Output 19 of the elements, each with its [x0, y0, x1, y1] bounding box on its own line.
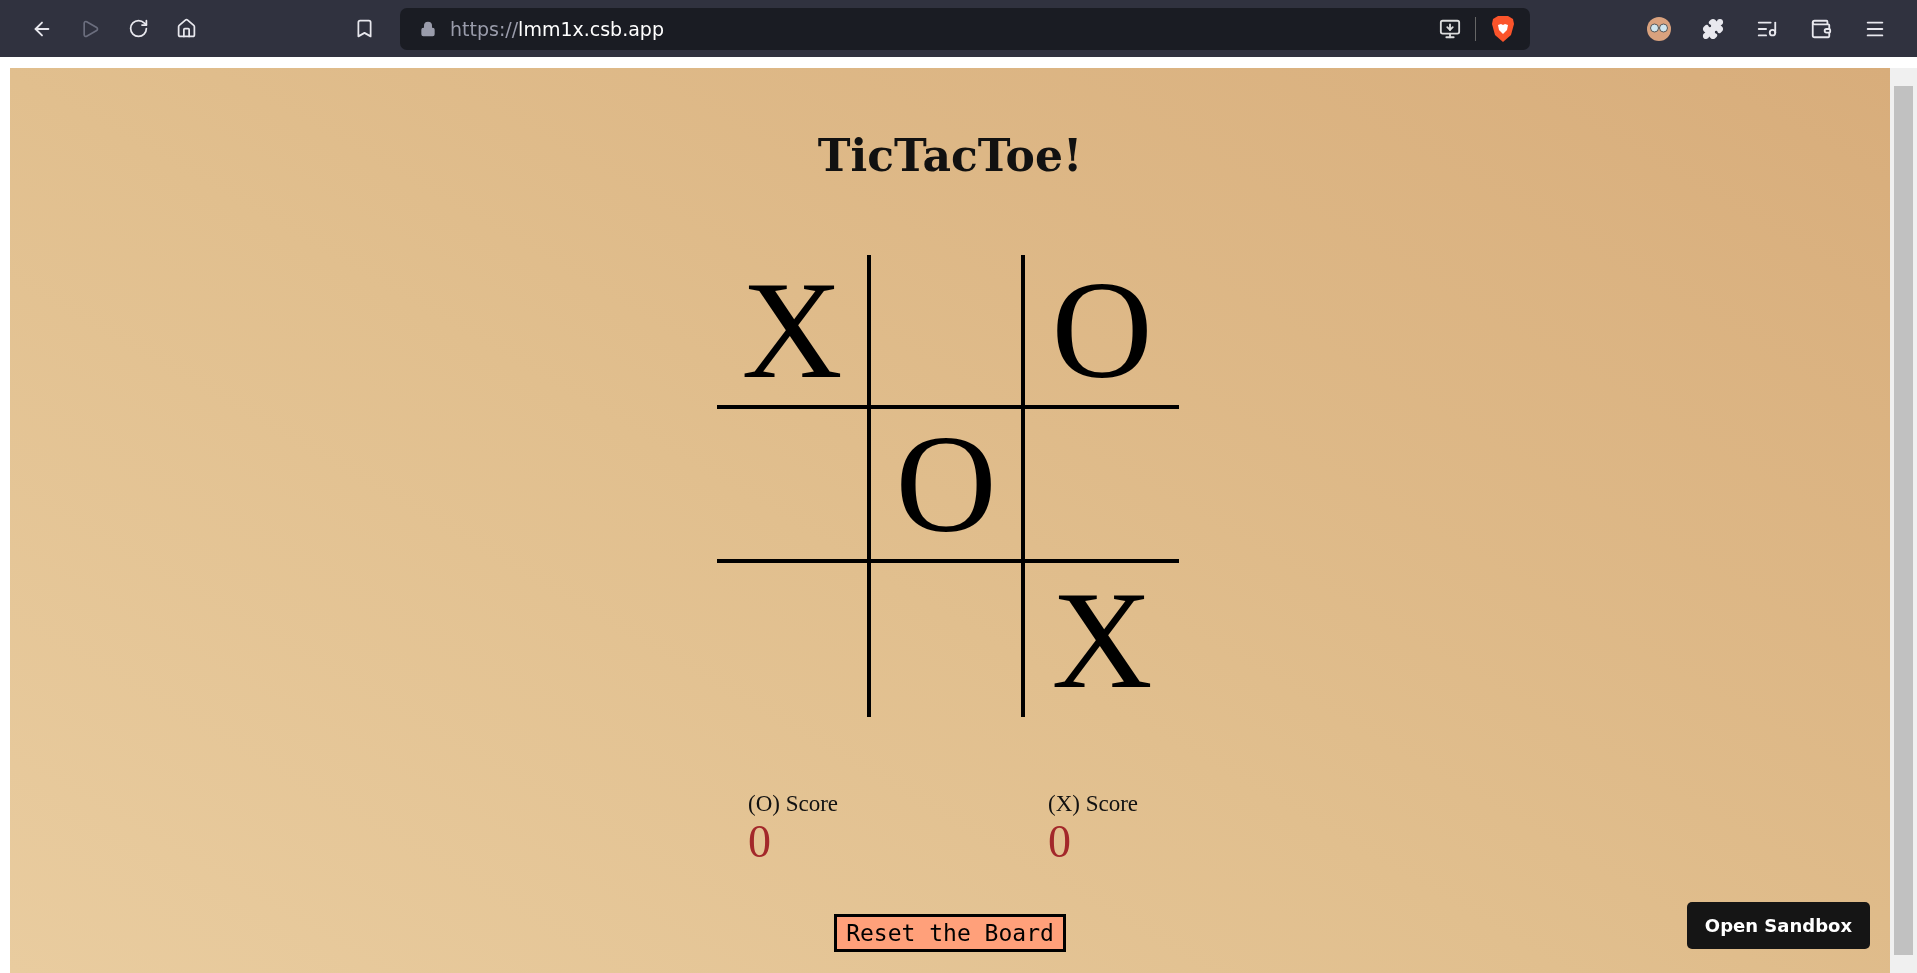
forward-icon: [80, 18, 100, 39]
game-title: TicTacToe!: [817, 130, 1083, 181]
open-sandbox-button[interactable]: Open Sandbox: [1686, 902, 1870, 949]
home-icon: [175, 18, 197, 39]
lock-icon: [420, 20, 436, 37]
avatar-icon: [1646, 15, 1672, 42]
wallet-icon: [1810, 17, 1832, 40]
reset-button[interactable]: Reset the Board: [834, 913, 1066, 952]
reload-icon: [127, 18, 149, 39]
score-label: (O) Score: [748, 791, 840, 817]
score-value: 0: [1048, 817, 1072, 868]
score-label: (X) Score: [1048, 791, 1140, 817]
address-bar[interactable]: https://lmm1x.csb.app: [400, 7, 1530, 50]
url-text: https://lmm1x.csb.app: [450, 17, 665, 40]
download-icon[interactable]: [1439, 17, 1461, 40]
scrollbar-thumb[interactable]: [1894, 86, 1913, 955]
puzzle-icon: [1702, 17, 1724, 40]
score-value: 0: [748, 817, 772, 868]
scrollbar[interactable]: [1890, 68, 1917, 973]
